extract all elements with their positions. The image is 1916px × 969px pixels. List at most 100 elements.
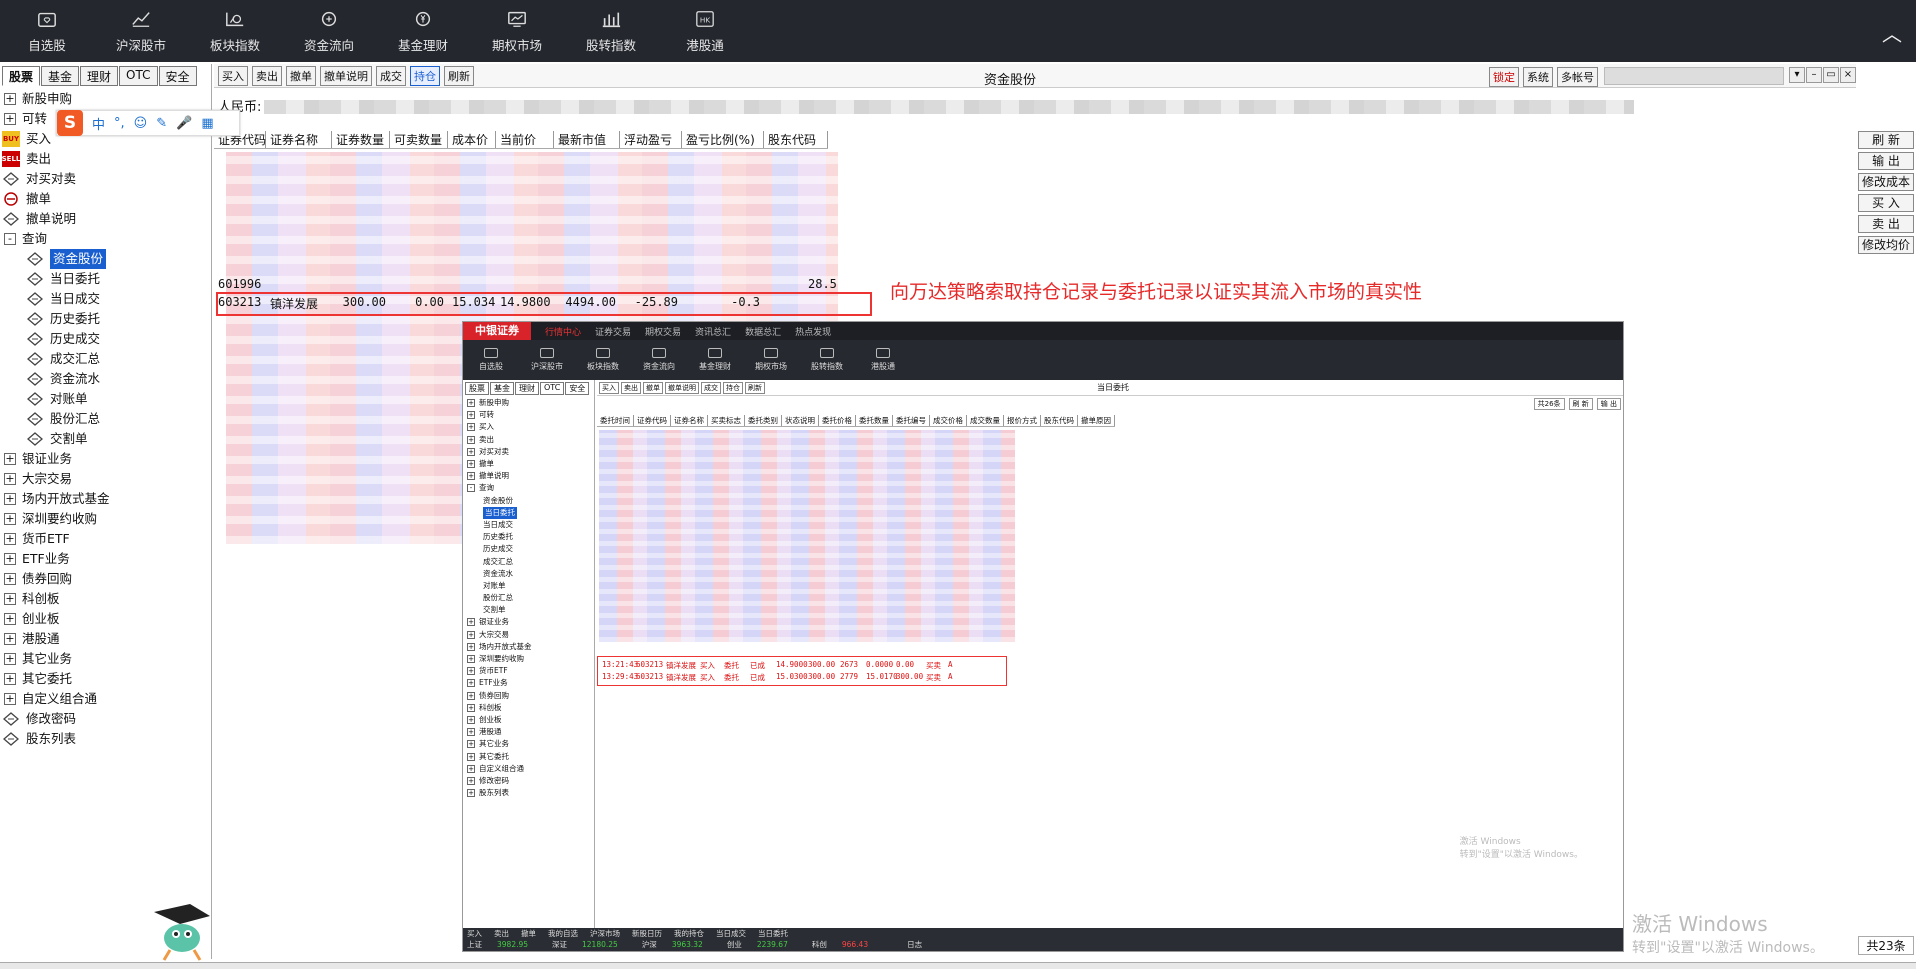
right-button-5[interactable]: 修改均价 <box>1858 236 1914 254</box>
plus-box-icon[interactable]: + <box>4 613 16 625</box>
plus-box-icon[interactable]: + <box>4 673 16 685</box>
left-tab-1[interactable]: 基金 <box>41 66 80 86</box>
embed-tree-child[interactable]: 成交汇总 <box>463 555 594 567</box>
toolbar-button-4[interactable]: 成交 <box>376 65 406 86</box>
embed-nav-item[interactable]: 资金流向 <box>631 340 687 380</box>
embed-toolbar-button[interactable]: 买入 <box>599 381 619 394</box>
column-header[interactable]: 证券数量 <box>332 131 390 148</box>
plus-box-icon[interactable]: + <box>4 573 16 585</box>
plus-box-icon[interactable]: + <box>4 633 16 645</box>
plus-box-icon[interactable]: + <box>4 113 16 125</box>
column-header[interactable]: 最新市值 <box>554 131 620 148</box>
input-method-toolbar[interactable]: S 中 °, ☺ ✎ 🎤 ▦ <box>56 110 240 136</box>
embed-tree-child[interactable]: 当日委托 <box>463 506 594 519</box>
toolbar-button-1[interactable]: 卖出 <box>252 65 282 86</box>
embed-shortcut[interactable]: 我的自选 <box>548 928 578 939</box>
tree-item[interactable]: + ETF业务 <box>0 549 211 569</box>
tree-item[interactable]: + 深圳要约收购 <box>0 509 211 529</box>
embed-tree-item[interactable]: + 其它委托 <box>463 750 594 762</box>
column-header[interactable]: 可卖数量 <box>390 131 448 148</box>
embed-menu-item[interactable]: 期权交易 <box>645 325 681 338</box>
embed-shortcut[interactable]: 买入 <box>467 928 482 939</box>
column-header[interactable]: 证券名称 <box>266 131 332 148</box>
sogou-logo-icon[interactable]: S <box>57 110 83 136</box>
tree-item[interactable]: + 港股通 <box>0 629 211 649</box>
tree-item[interactable]: + 大宗交易 <box>0 469 211 489</box>
tree-child-item[interactable]: 对账单 <box>0 389 211 409</box>
tree-item[interactable]: SELL 卖出 <box>0 149 211 169</box>
left-tab-4[interactable]: 安全 <box>158 66 197 86</box>
left-tab-2[interactable]: 理财 <box>80 66 119 86</box>
nav-item-0[interactable]: 自选股 <box>0 0 94 62</box>
embed-shortcut[interactable]: 当日成交 <box>716 928 746 939</box>
embed-nav-item[interactable]: 自选股 <box>463 340 519 380</box>
embed-tree-item[interactable]: + 货币ETF <box>463 665 594 677</box>
nav-item-5[interactable]: 期权市场 <box>470 0 564 62</box>
column-header[interactable]: 股东代码 <box>764 131 828 148</box>
tree-item[interactable]: 股东列表 <box>0 729 211 749</box>
embed-tree-item[interactable]: + 新股申购 <box>463 397 594 409</box>
embed-column-header[interactable]: 股东代码 <box>1041 415 1078 426</box>
embed-tab[interactable]: 基金 <box>490 382 514 395</box>
embed-toolbar-button[interactable]: 持仓 <box>723 381 743 394</box>
embed-shortcut[interactable]: 新股日历 <box>632 928 662 939</box>
embed-tree-child[interactable]: 股份汇总 <box>463 592 594 604</box>
right-button-2[interactable]: 修改成本 <box>1858 173 1914 191</box>
right-button-4[interactable]: 卖 出 <box>1858 215 1914 233</box>
tree-item[interactable]: + 新股申购 <box>0 89 211 109</box>
collapse-chevron-icon[interactable]: ︿ <box>1882 18 1902 47</box>
embed-tree-item[interactable]: + 港股通 <box>463 726 594 738</box>
ime-item-0[interactable]: 中 <box>92 114 105 133</box>
embed-tree-item[interactable]: + 修改密码 <box>463 775 594 787</box>
embed-tree-child[interactable]: 对账单 <box>463 580 594 592</box>
ime-item-2[interactable]: ☺ <box>134 116 148 131</box>
account-selector[interactable] <box>1604 67 1784 85</box>
tree-child-item[interactable]: 当日成交 <box>0 289 211 309</box>
tree-item[interactable]: + 债券回购 <box>0 569 211 589</box>
embed-menu-item[interactable]: 数据总汇 <box>745 325 781 338</box>
toolbar-button-5[interactable]: 持仓 <box>410 65 440 86</box>
tree-item[interactable]: 撤单说明 <box>0 209 211 229</box>
plus-box-icon[interactable]: + <box>4 93 16 105</box>
embed-column-header[interactable]: 报价方式 <box>1004 415 1041 426</box>
embed-nav-item[interactable]: 基金理财 <box>687 340 743 380</box>
embed-menu-item[interactable]: 行情中心 <box>545 325 581 338</box>
nav-item-1[interactable]: 沪深股市 <box>94 0 188 62</box>
ime-item-4[interactable]: 🎤 <box>176 116 192 131</box>
embed-right-control[interactable]: 输 出 <box>1596 398 1621 410</box>
ime-item-3[interactable]: ✎ <box>156 116 167 131</box>
tree-child-item[interactable]: 交割单 <box>0 429 211 449</box>
embed-column-header[interactable]: 委托编号 <box>893 415 930 426</box>
embed-menu-item[interactable]: 热点发现 <box>795 325 831 338</box>
embed-tree-item[interactable]: + ETF业务 <box>463 677 594 689</box>
embed-tree-item[interactable]: + 其它业务 <box>463 738 594 750</box>
embed-tree-item[interactable]: + 撤单 <box>463 458 594 470</box>
column-header[interactable]: 浮动盈亏 <box>620 131 682 148</box>
embed-tree-item[interactable]: + 买入 <box>463 421 594 433</box>
embed-column-header[interactable]: 委托时间 <box>597 415 634 426</box>
tree-item[interactable]: + 场内开放式基金 <box>0 489 211 509</box>
embed-nav-item[interactable]: 港股通 <box>855 340 911 380</box>
right-button-0[interactable]: 刷 新 <box>1858 131 1914 149</box>
tree-item[interactable]: + 创业板 <box>0 609 211 629</box>
embed-tree-item[interactable]: + 场内开放式基金 <box>463 641 594 653</box>
embed-right-control[interactable]: 共26条 <box>1533 398 1565 410</box>
embed-toolbar-button[interactable]: 刷新 <box>745 381 765 394</box>
plus-box-icon[interactable]: + <box>4 553 16 565</box>
tree-item[interactable]: + 银证业务 <box>0 449 211 469</box>
nav-item-2[interactable]: 板块指数 <box>188 0 282 62</box>
embed-toolbar-button[interactable]: 卖出 <box>621 381 641 394</box>
nav-item-4[interactable]: 基金理财 <box>376 0 470 62</box>
close-icon[interactable]: × <box>1840 67 1856 83</box>
plus-box-icon[interactable]: + <box>4 473 16 485</box>
embed-tree-item[interactable]: + 深圳要约收购 <box>463 653 594 665</box>
embed-column-header[interactable]: 委托价格 <box>819 415 856 426</box>
embed-column-header[interactable]: 委托数量 <box>856 415 893 426</box>
column-header[interactable]: 盈亏比例(%) <box>682 131 764 148</box>
plus-box-icon[interactable]: + <box>4 653 16 665</box>
column-header[interactable]: 当前价 <box>496 131 554 148</box>
toolbar-button-2[interactable]: 撤单 <box>286 65 316 86</box>
tree-item[interactable]: + 货币ETF <box>0 529 211 549</box>
plus-box-icon[interactable]: + <box>4 533 16 545</box>
embed-column-header[interactable]: 买卖标志 <box>708 415 745 426</box>
